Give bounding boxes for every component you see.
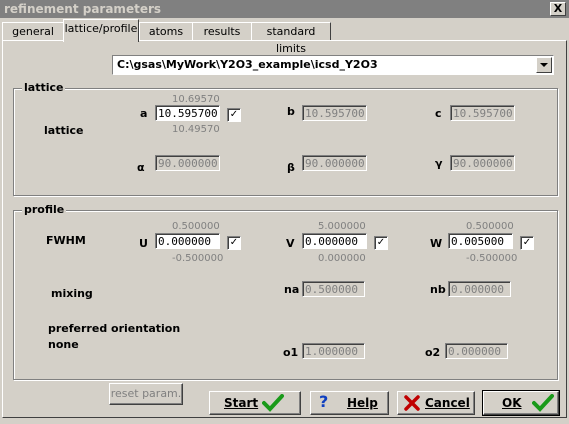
tab-general[interactable]: general (2, 22, 64, 40)
a-input[interactable]: 10.595700 (155, 105, 220, 121)
chevron-down-icon[interactable] (536, 57, 552, 73)
w-input[interactable]: 0.005000 (448, 233, 513, 249)
b-label: b (287, 105, 295, 118)
u-refine-checkbox[interactable]: ✓ (227, 236, 241, 250)
c-label: c (435, 107, 442, 120)
title-bar: refinement parameters X (0, 0, 569, 18)
w-refine-checkbox[interactable]: ✓ (520, 236, 534, 250)
w-lower-limit: -0.500000 (466, 253, 518, 264)
tab-results[interactable]: results (192, 22, 252, 40)
v-label: V (286, 237, 295, 250)
v-refine-checkbox[interactable]: ✓ (374, 236, 388, 250)
tab-standard-limits[interactable]: standard limits (251, 22, 331, 55)
ok-button-label: OK (502, 396, 522, 410)
help-button[interactable]: ? Help (310, 391, 389, 415)
tab-atoms[interactable]: atoms (139, 22, 193, 40)
nb-label: nb (430, 283, 446, 296)
v-upper-limit: 5.000000 (318, 221, 366, 232)
checkmark-icon (532, 394, 554, 419)
lattice-group-label: lattice (22, 81, 66, 94)
o1-input: 1.000000 (302, 343, 365, 359)
o1-label: o1 (283, 346, 299, 359)
c-input: 10.595700 (450, 105, 515, 121)
a-refine-checkbox[interactable]: ✓ (227, 108, 241, 122)
start-button-label: Start (224, 396, 259, 410)
close-button[interactable]: X (550, 2, 566, 16)
v-lower-limit: 0.000000 (318, 253, 366, 264)
cancel-button[interactable]: Cancel (397, 391, 475, 415)
question-icon: ? (319, 392, 329, 411)
beta-input: 90.000000 (302, 155, 367, 171)
a-lower-limit: 10.49570 (172, 124, 220, 135)
lattice-row-label: lattice (44, 124, 84, 137)
gamma-input: 90.000000 (450, 155, 515, 171)
w-label: W (430, 237, 443, 250)
window-title: refinement parameters (4, 2, 162, 16)
cross-icon (403, 394, 421, 419)
w-upper-limit: 0.500000 (466, 221, 514, 232)
reset-param-button[interactable]: reset param. (109, 383, 183, 405)
na-label: na (284, 283, 300, 296)
u-label: U (139, 237, 148, 250)
o2-input: 0.000000 (445, 343, 508, 359)
file-path-select[interactable]: C:\gsas\MyWork\Y2O3_example\icsd_Y2O3 (112, 55, 554, 75)
profile-group-label: profile (22, 203, 67, 216)
gamma-label: γ (435, 157, 443, 170)
b-input: 10.595700 (302, 105, 367, 121)
a-upper-limit: 10.69570 (172, 94, 220, 105)
tab-lattice-profile[interactable]: lattice/profile (63, 19, 139, 42)
alpha-label: α (137, 161, 145, 174)
file-path-value: C:\gsas\MyWork\Y2O3_example\icsd_Y2O3 (117, 58, 378, 71)
ok-button[interactable]: OK (482, 390, 560, 416)
preferred-orientation-value: none (48, 338, 79, 351)
u-upper-limit: 0.500000 (172, 221, 220, 232)
alpha-input: 90.000000 (155, 155, 220, 171)
start-button[interactable]: Start (209, 391, 301, 415)
checkmark-icon (262, 394, 284, 419)
fwhm-label: FWHM (46, 234, 86, 247)
u-lower-limit: -0.500000 (172, 253, 224, 264)
beta-label: β (287, 161, 295, 174)
o2-label: o2 (425, 346, 441, 359)
u-input[interactable]: 0.000000 (155, 233, 220, 249)
na-input: 0.500000 (302, 281, 365, 297)
v-input[interactable]: 0.000000 (302, 233, 367, 249)
nb-input: 0.000000 (448, 281, 511, 297)
preferred-orientation-label: preferred orientation (48, 322, 181, 335)
mixing-label: mixing (51, 287, 93, 300)
cancel-button-label: Cancel (425, 396, 470, 410)
help-button-label: Help (347, 396, 378, 410)
a-label: a (140, 107, 148, 120)
